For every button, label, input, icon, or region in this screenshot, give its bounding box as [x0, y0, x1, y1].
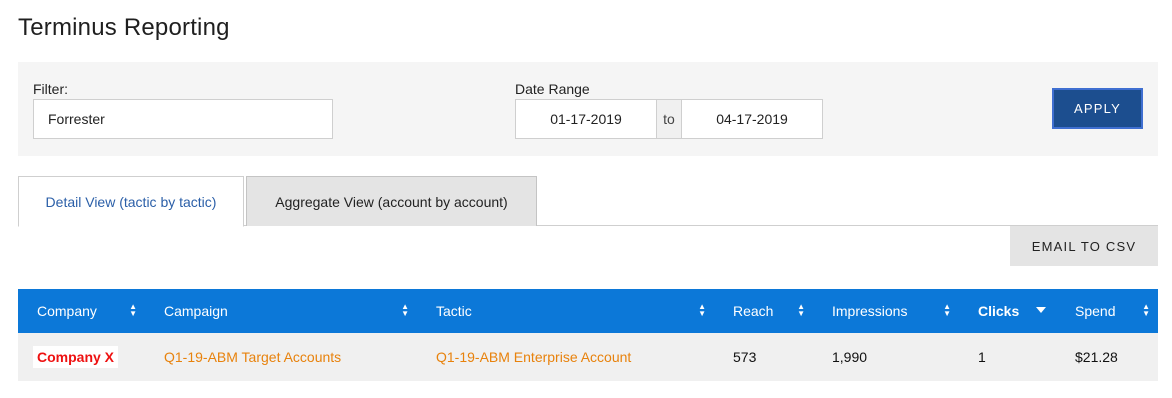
table-row: Company X Q1-19-ABM Target Accounts Q1-1… — [18, 333, 1158, 381]
table-header-row: Company ▲ ▼ Campaign ▲ ▼ Tactic ▲ ▼ Reach ▲ ▼ Im… — [18, 289, 1158, 333]
date-range-separator: to — [656, 100, 682, 138]
column-label: Tactic — [436, 303, 472, 319]
column-label: Campaign — [164, 303, 228, 319]
column-label: Impressions — [832, 303, 908, 319]
column-header-campaign[interactable]: Campaign ▲ ▼ — [145, 289, 417, 333]
view-tabs: Detail View (tactic by tactic) Aggregate… — [18, 176, 1158, 227]
filter-panel: Filter: Date Range to APPLY — [18, 62, 1158, 156]
cell-company: Company X — [18, 333, 145, 381]
sort-icon: ▲ ▼ — [943, 302, 951, 318]
column-label: Clicks — [978, 303, 1020, 319]
company-logo: Company X — [33, 346, 119, 368]
start-date-input[interactable] — [516, 100, 656, 138]
sort-icon: ▲ ▼ — [401, 302, 409, 318]
sort-icon: ▲ ▼ — [797, 302, 805, 318]
sort-icon: ▲ ▼ — [1142, 302, 1150, 318]
tactic-link[interactable]: Q1-19-ABM Enterprise Account — [436, 349, 631, 365]
tab-detail-view[interactable]: Detail View (tactic by tactic) — [18, 176, 244, 227]
cell-spend: $21.28 — [1056, 333, 1158, 381]
tab-aggregate-view[interactable]: Aggregate View (account by account) — [246, 176, 537, 226]
column-header-company[interactable]: Company ▲ ▼ — [18, 289, 145, 333]
column-label: Reach — [733, 303, 774, 319]
column-header-reach[interactable]: Reach ▲ ▼ — [714, 289, 813, 333]
column-label: Spend — [1075, 303, 1116, 319]
sort-descending-icon — [1036, 307, 1046, 313]
email-to-csv-button[interactable]: EMAIL TO CSV — [1010, 226, 1158, 266]
column-label: Company — [37, 303, 97, 319]
apply-button[interactable]: APPLY — [1052, 88, 1143, 129]
date-range-label: Date Range — [515, 81, 590, 97]
cell-tactic: Q1-19-ABM Enterprise Account — [417, 333, 714, 381]
date-range-group: to — [515, 99, 823, 139]
campaign-link[interactable]: Q1-19-ABM Target Accounts — [164, 349, 341, 365]
sort-icon: ▲ ▼ — [129, 302, 137, 318]
cell-campaign: Q1-19-ABM Target Accounts — [145, 333, 417, 381]
cell-clicks: 1 — [959, 333, 1056, 381]
sort-icon: ▲ ▼ — [698, 302, 706, 318]
column-header-clicks[interactable]: Clicks — [959, 289, 1056, 333]
filter-input[interactable] — [33, 99, 333, 139]
column-header-impressions[interactable]: Impressions ▲ ▼ — [813, 289, 959, 333]
filter-label: Filter: — [33, 81, 68, 97]
page-title: Terminus Reporting — [18, 14, 230, 41]
cell-impressions: 1,990 — [813, 333, 959, 381]
column-header-spend[interactable]: Spend ▲ ▼ — [1056, 289, 1158, 333]
cell-reach: 573 — [714, 333, 813, 381]
end-date-input[interactable] — [682, 100, 822, 138]
report-table: Company ▲ ▼ Campaign ▲ ▼ Tactic ▲ ▼ Reach ▲ ▼ Im… — [18, 289, 1158, 381]
column-header-tactic[interactable]: Tactic ▲ ▼ — [417, 289, 714, 333]
